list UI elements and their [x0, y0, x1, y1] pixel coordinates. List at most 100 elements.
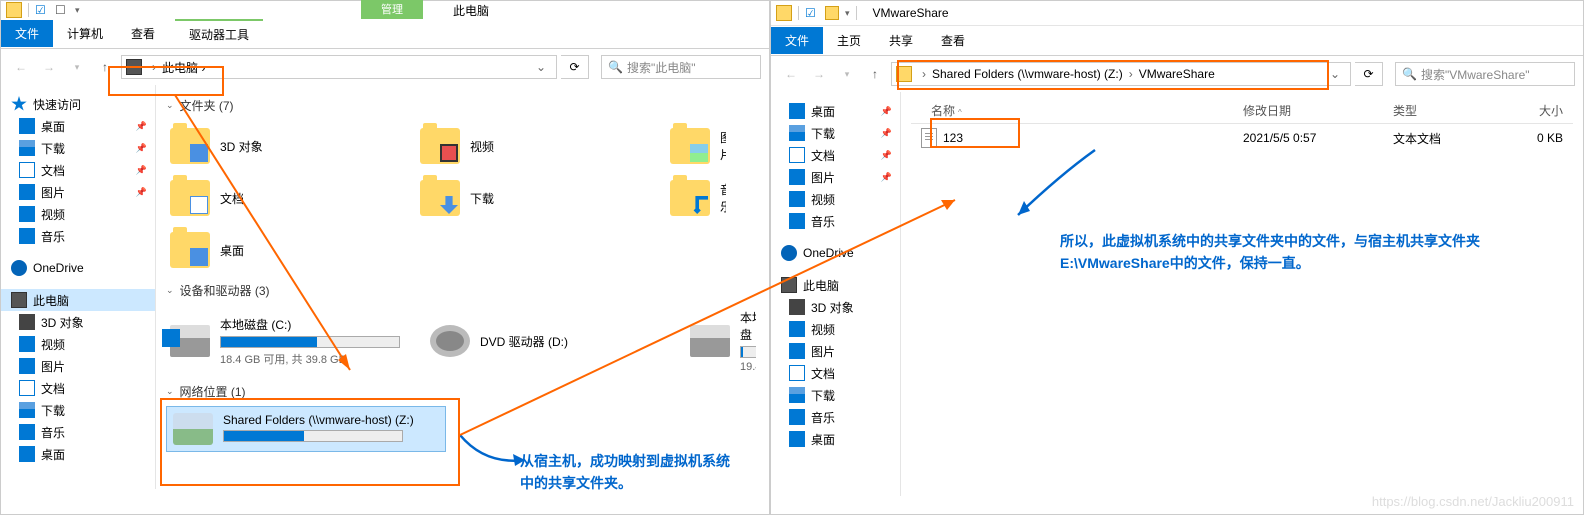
section-network[interactable]: ⌄网络位置 (1)	[166, 383, 759, 400]
sidebar-item-downloads2[interactable]: 下载	[1, 399, 155, 421]
address-dropdown-icon[interactable]: ⌄	[1324, 67, 1346, 81]
label: 文档	[41, 162, 65, 179]
sidebar-item-desktop2[interactable]: 桌面	[1, 443, 155, 465]
col-type[interactable]: 类型	[1393, 102, 1503, 119]
forward-button[interactable]: →	[37, 55, 61, 79]
sidebar-this-pc[interactable]: 此电脑	[1, 289, 155, 311]
breadcrumb-chevron-icon[interactable]: ›	[146, 60, 162, 74]
qat-chevron-icon[interactable]: ▾	[845, 8, 850, 19]
sidebar-item-pictures[interactable]: 图片📌	[771, 166, 900, 188]
picture-icon	[19, 358, 35, 374]
film-icon	[440, 144, 458, 162]
folder-grid: 3D 对象 视频 图片 文档 下载 音乐 桌面	[166, 120, 759, 276]
tab-view[interactable]: 查看	[927, 27, 979, 54]
sidebar-item-downloads2[interactable]: 下载	[771, 384, 900, 406]
folder-documents[interactable]: 文档	[166, 172, 416, 224]
sidebar-item-3d[interactable]: 3D 对象	[1, 311, 155, 333]
search-input[interactable]: 🔍 搜索"此电脑"	[601, 55, 761, 79]
sidebar-item-music[interactable]: 音乐	[1, 225, 155, 247]
sidebar-item-documents2[interactable]: 文档	[1, 377, 155, 399]
sidebar-this-pc[interactable]: 此电脑	[771, 274, 900, 296]
recent-chevron-icon[interactable]: ▾	[65, 55, 89, 79]
back-button[interactable]: ←	[779, 62, 803, 86]
sidebar-item-videos[interactable]: 视频	[771, 188, 900, 210]
chevron-icon[interactable]: ›	[1123, 67, 1139, 81]
tab-share[interactable]: 共享	[875, 27, 927, 54]
drive-e[interactable]: 本地磁盘 19.4	[686, 305, 756, 377]
folder-downloads[interactable]: 下载	[416, 172, 666, 224]
folder-videos[interactable]: 视频	[416, 120, 666, 172]
sidebar-item-music[interactable]: 音乐	[771, 210, 900, 232]
up-button[interactable]: ↑	[863, 62, 887, 86]
document-icon	[19, 380, 35, 396]
recent-chevron-icon[interactable]: ▾	[835, 62, 859, 86]
document-icon	[789, 365, 805, 381]
label: 名称	[931, 104, 955, 118]
sidebar-item-videos2[interactable]: 视频	[771, 318, 900, 340]
sidebar-item-pictures2[interactable]: 图片	[1, 355, 155, 377]
tab-home[interactable]: 主页	[823, 27, 875, 54]
back-button[interactable]: ←	[9, 55, 33, 79]
sidebar-item-downloads[interactable]: 下载📌	[1, 137, 155, 159]
tab-computer[interactable]: 计算机	[53, 20, 117, 47]
sidebar-onedrive[interactable]: OneDrive	[1, 257, 155, 279]
qat-folder-icon[interactable]	[825, 6, 839, 20]
folder-icon	[776, 5, 792, 21]
qat-icon[interactable]	[805, 6, 819, 20]
qat-newfolder-icon[interactable]	[55, 3, 69, 17]
up-button[interactable]: ↑	[93, 55, 117, 79]
sidebar-item-3d[interactable]: 3D 对象	[771, 296, 900, 318]
sidebar-item-desktop[interactable]: 桌面📌	[1, 115, 155, 137]
tab-view[interactable]: 查看	[117, 20, 169, 47]
picture-icon	[789, 343, 805, 359]
section-drives[interactable]: ⌄设备和驱动器 (3)	[166, 282, 759, 299]
sidebar-item-desktop2[interactable]: 桌面	[771, 428, 900, 450]
sidebar-item-videos[interactable]: 视频	[1, 203, 155, 225]
sidebar-item-pictures2[interactable]: 图片	[771, 340, 900, 362]
chevron-icon[interactable]: ›	[916, 67, 932, 81]
sidebar-item-desktop[interactable]: 桌面📌	[771, 100, 900, 122]
drive-d[interactable]: DVD 驱动器 (D:)	[426, 305, 686, 377]
drive-c[interactable]: 本地磁盘 (C:) 18.4 GB 可用, 共 39.8 GB	[166, 305, 426, 377]
download-icon	[440, 196, 458, 214]
refresh-button[interactable]: ⟳	[561, 55, 589, 79]
usage-fill	[221, 337, 317, 347]
breadcrumb-item[interactable]: VMwareShare	[1139, 67, 1215, 81]
sidebar-item-music2[interactable]: 音乐	[771, 406, 900, 428]
tab-file[interactable]: 文件	[1, 20, 53, 47]
sidebar-onedrive[interactable]: OneDrive	[771, 242, 900, 264]
label: 视频	[811, 321, 835, 338]
section-folders[interactable]: ⌄文件夹 (7)	[166, 97, 759, 114]
tab-drive-tools[interactable]: 驱动器工具	[175, 19, 263, 48]
folder-3d[interactable]: 3D 对象	[166, 120, 416, 172]
address-bar[interactable]: › Shared Folders (\\vmware-host) (Z:) › …	[891, 62, 1351, 86]
breadcrumb[interactable]: 此电脑 ›	[162, 59, 530, 76]
address-bar[interactable]: › 此电脑 › ⌄	[121, 55, 557, 79]
qat-properties-icon[interactable]	[35, 3, 49, 17]
sidebar-item-music2[interactable]: 音乐	[1, 421, 155, 443]
refresh-button[interactable]: ⟳	[1355, 62, 1383, 86]
folder-pictures[interactable]: 图片	[666, 120, 726, 172]
folder-desktop[interactable]: 桌面	[166, 224, 416, 276]
col-name[interactable]: 名称^	[911, 102, 1243, 119]
address-dropdown-icon[interactable]: ⌄	[530, 60, 552, 74]
tab-file[interactable]: 文件	[771, 27, 823, 54]
sidebar-item-videos2[interactable]: 视频	[1, 333, 155, 355]
usage-bar	[220, 336, 400, 348]
forward-button[interactable]: →	[807, 62, 831, 86]
sidebar-item-pictures[interactable]: 图片📌	[1, 181, 155, 203]
sidebar-item-downloads[interactable]: 下载📌	[771, 122, 900, 144]
network-drive-z[interactable]: Shared Folders (\\vmware-host) (Z:)	[166, 406, 446, 452]
breadcrumb-item[interactable]: Shared Folders (\\vmware-host) (Z:)	[932, 67, 1123, 81]
col-size[interactable]: 大小	[1503, 102, 1573, 119]
sidebar-quick-access[interactable]: 快速访问	[1, 93, 155, 115]
sidebar-item-documents2[interactable]: 文档	[771, 362, 900, 384]
folder-music[interactable]: 音乐	[666, 172, 726, 224]
sidebar-item-documents[interactable]: 文档📌	[771, 144, 900, 166]
file-row[interactable]: 123 2021/5/5 0:57 文本文档 0 KB	[911, 124, 1573, 152]
qat-chevron-icon[interactable]: ▾	[75, 5, 80, 16]
sidebar-item-documents[interactable]: 文档📌	[1, 159, 155, 181]
col-date[interactable]: 修改日期	[1243, 102, 1393, 119]
star-icon	[11, 96, 27, 112]
search-input[interactable]: 🔍 搜索"VMwareShare"	[1395, 62, 1575, 86]
